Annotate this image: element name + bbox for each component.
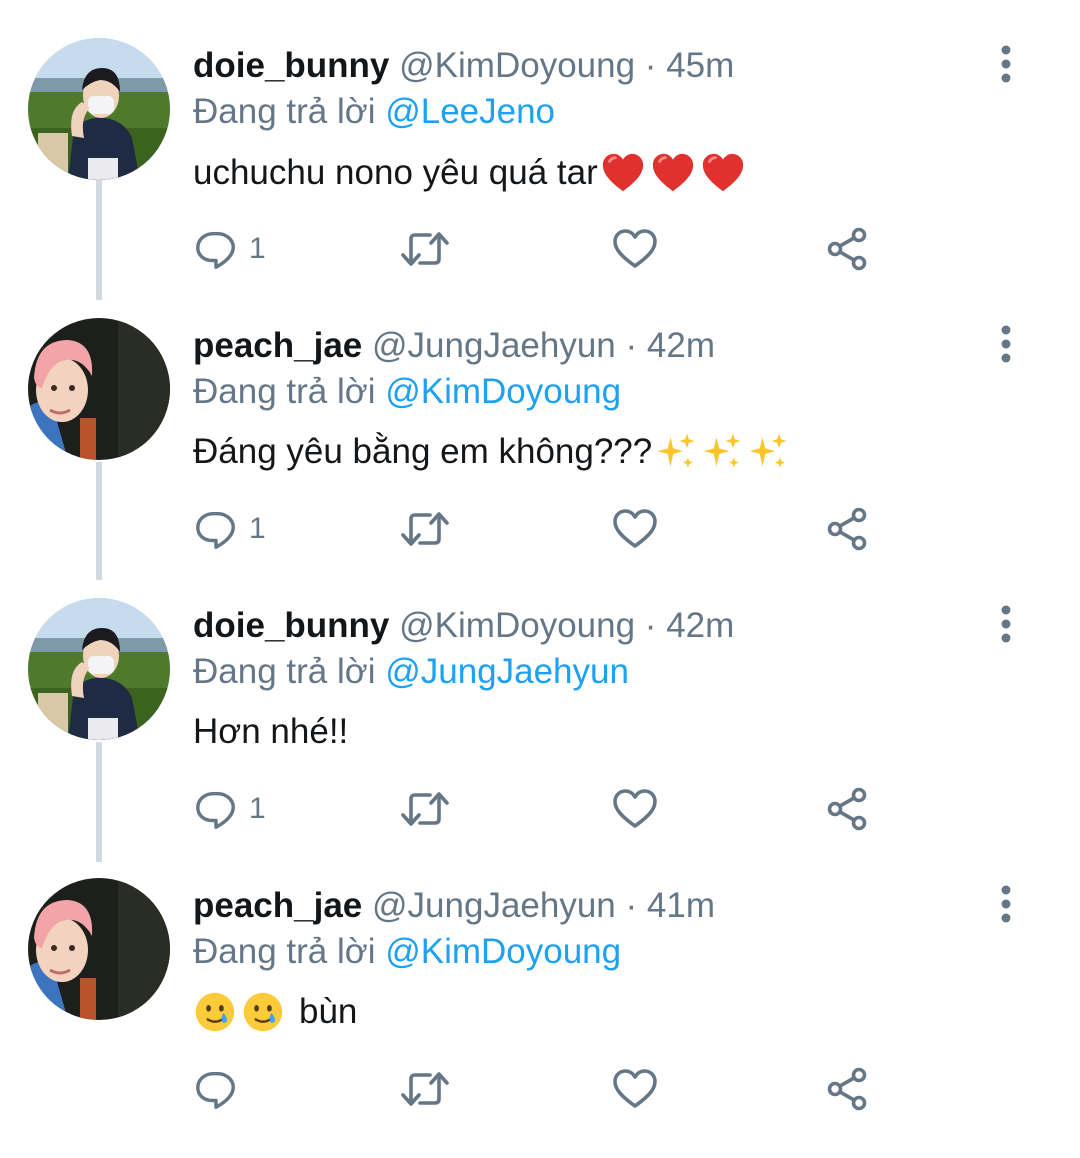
replying-handle-link[interactable]: @KimDoyoung — [385, 932, 621, 971]
separator-dot: · — [625, 886, 638, 925]
heart-icon — [611, 505, 659, 553]
tweet[interactable]: peach_jae @JungJaehyun · 41m Đang trả lờ… — [0, 878, 1080, 1158]
like-button[interactable] — [611, 504, 659, 554]
replying-label: Đang trả lời — [193, 92, 376, 131]
reply-button[interactable]: 1 — [193, 224, 266, 274]
replying-label: Đang trả lời — [193, 932, 376, 971]
tweet-text: bùn — [193, 990, 357, 1034]
sparkles-emoji-icon — [746, 430, 790, 474]
reply-button[interactable] — [193, 1064, 249, 1114]
more-options-icon[interactable] — [990, 322, 1022, 366]
avatar[interactable] — [28, 318, 170, 460]
replying-to: Đang trả lời @LeeJeno — [193, 90, 555, 134]
replying-to: Đang trả lời @KimDoyoung — [193, 930, 621, 974]
like-button[interactable] — [611, 224, 659, 274]
tweet-actions — [193, 1064, 893, 1114]
share-icon — [823, 505, 871, 553]
tweet-actions: 1 — [193, 224, 893, 274]
avatar[interactable] — [28, 38, 170, 180]
display-name[interactable]: doie_bunny — [193, 606, 389, 645]
replying-handle-link[interactable]: @KimDoyoung — [385, 372, 621, 411]
tweet-header: peach_jae @JungJaehyun · 41m — [193, 884, 715, 928]
tweet-header: doie_bunny @KimDoyoung · 42m — [193, 604, 734, 648]
reply-count: 1 — [249, 232, 266, 265]
share-button[interactable] — [823, 224, 871, 274]
more-options-icon[interactable] — [990, 882, 1022, 926]
reply-count: 1 — [249, 512, 266, 545]
heart-icon — [611, 1065, 659, 1113]
user-handle[interactable]: @KimDoyoung — [399, 46, 635, 85]
tweet-body: uchuchu nono yêu quá tar — [193, 153, 598, 192]
reply-button[interactable]: 1 — [193, 504, 266, 554]
tweet[interactable]: peach_jae @JungJaehyun · 42m Đang trả lờ… — [0, 318, 1080, 598]
timestamp[interactable]: 41m — [647, 886, 715, 925]
display-name[interactable]: doie_bunny — [193, 46, 389, 85]
red-heart-emoji-icon — [650, 150, 696, 196]
user-handle[interactable]: @JungJaehyun — [372, 326, 616, 365]
reply-icon — [193, 506, 239, 552]
heart-icon — [611, 785, 659, 833]
tweet[interactable]: doie_bunny @KimDoyoung · 45m Đang trả lờ… — [0, 38, 1080, 318]
share-button[interactable] — [823, 1064, 871, 1114]
share-icon — [823, 225, 871, 273]
more-options-icon[interactable] — [990, 42, 1022, 86]
display-name[interactable]: peach_jae — [193, 326, 362, 365]
red-heart-emoji-icon — [600, 150, 646, 196]
reply-icon — [193, 226, 239, 272]
avatar[interactable] — [28, 878, 170, 1020]
smiling-face-with-tear-emoji-icon — [241, 990, 285, 1034]
separator-dot: · — [644, 46, 657, 85]
user-handle[interactable]: @KimDoyoung — [399, 606, 635, 645]
retweet-button[interactable] — [398, 504, 452, 554]
timestamp[interactable]: 42m — [647, 326, 715, 365]
tweet-actions: 1 — [193, 504, 893, 554]
retweet-icon — [398, 1065, 452, 1113]
timestamp[interactable]: 45m — [666, 46, 734, 85]
share-button[interactable] — [823, 784, 871, 834]
share-icon — [823, 785, 871, 833]
replying-handle-link[interactable]: @LeeJeno — [385, 92, 555, 131]
smiling-face-with-tear-emoji-icon — [193, 990, 237, 1034]
tweet[interactable]: doie_bunny @KimDoyoung · 42m Đang trả lờ… — [0, 598, 1080, 878]
display-name[interactable]: peach_jae — [193, 886, 362, 925]
replying-label: Đang trả lời — [193, 372, 376, 411]
retweet-button[interactable] — [398, 224, 452, 274]
tweet-text: Hơn nhé!! — [193, 710, 348, 754]
timestamp[interactable]: 42m — [666, 606, 734, 645]
share-button[interactable] — [823, 504, 871, 554]
share-icon — [823, 1065, 871, 1113]
tweet-text: uchuchu nono yêu quá tar — [193, 150, 746, 196]
tweet-header: doie_bunny @KimDoyoung · 45m — [193, 44, 734, 88]
user-handle[interactable]: @JungJaehyun — [372, 886, 616, 925]
sparkles-emoji-icon — [654, 430, 698, 474]
red-heart-emoji-icon — [700, 150, 746, 196]
sparkles-emoji-icon — [700, 430, 744, 474]
reply-count: 1 — [249, 792, 266, 825]
tweet-actions: 1 — [193, 784, 893, 834]
tweet-body: bùn — [299, 992, 358, 1031]
tweet-body: Đáng yêu bằng em không??? — [193, 432, 653, 471]
retweet-icon — [398, 505, 452, 553]
reply-icon — [193, 1066, 239, 1112]
retweet-button[interactable] — [398, 1064, 452, 1114]
replying-label: Đang trả lời — [193, 652, 376, 691]
tweet-header: peach_jae @JungJaehyun · 42m — [193, 324, 715, 368]
tweet-body: Hơn nhé!! — [193, 712, 349, 751]
reply-button[interactable]: 1 — [193, 784, 266, 834]
separator-dot: · — [625, 326, 638, 365]
retweet-button[interactable] — [398, 784, 452, 834]
heart-icon — [611, 225, 659, 273]
more-options-icon[interactable] — [990, 602, 1022, 646]
avatar[interactable] — [28, 598, 170, 740]
retweet-icon — [398, 225, 452, 273]
retweet-icon — [398, 785, 452, 833]
replying-to: Đang trả lời @KimDoyoung — [193, 370, 621, 414]
replying-handle-link[interactable]: @JungJaehyun — [385, 652, 629, 691]
like-button[interactable] — [611, 1064, 659, 1114]
like-button[interactable] — [611, 784, 659, 834]
tweet-text: Đáng yêu bằng em không??? — [193, 430, 790, 474]
reply-icon — [193, 786, 239, 832]
separator-dot: · — [644, 606, 657, 645]
replying-to: Đang trả lời @JungJaehyun — [193, 650, 629, 694]
